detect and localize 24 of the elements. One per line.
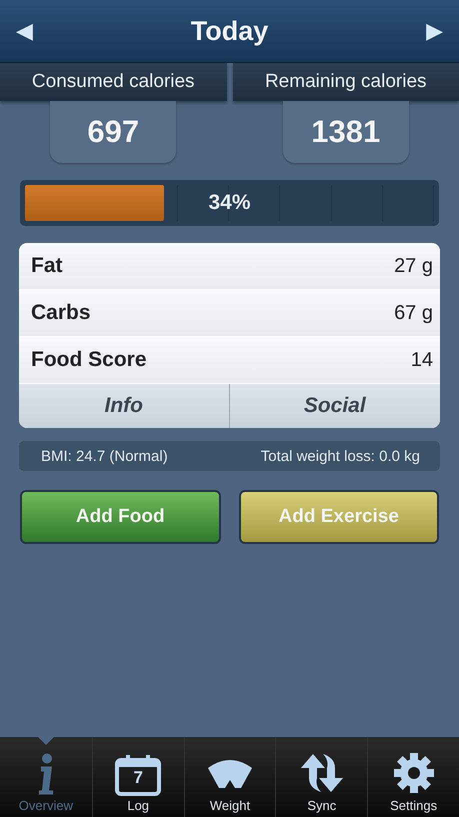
calorie-label: Consumed calories bbox=[0, 63, 226, 101]
progress-reading: 34% bbox=[208, 191, 251, 215]
info-icon bbox=[38, 752, 54, 796]
nutrient-label: Carbs bbox=[31, 301, 91, 325]
tab-bar-item[interactable]: Weight bbox=[184, 737, 276, 817]
nutrient-value: 14 bbox=[410, 348, 433, 372]
selection-pointer bbox=[36, 736, 55, 745]
tab-bar-item[interactable]: 7 Log bbox=[92, 737, 184, 817]
tab-bar-item[interactable]: Settings bbox=[367, 737, 459, 817]
card-button[interactable]: Info bbox=[19, 384, 230, 428]
bmi-text: BMI: 24.7 (Normal) bbox=[41, 448, 168, 464]
previous-day-button[interactable]: ◀ bbox=[16, 18, 33, 44]
nutrient-value: 67 g bbox=[394, 302, 433, 324]
nutrient-label: Food Score bbox=[31, 348, 147, 372]
card-button[interactable]: Social bbox=[230, 384, 440, 428]
tab-bar-item[interactable]: Sync bbox=[275, 737, 368, 817]
calorie-value: 697 bbox=[50, 101, 176, 163]
nutrient-label: Fat bbox=[31, 254, 62, 278]
calorie-value: 1381 bbox=[282, 101, 409, 163]
weight-loss-text: Total weight loss: 0.0 kg bbox=[260, 448, 420, 464]
next-day-button[interactable]: ▶ bbox=[426, 18, 443, 44]
date-title: Today bbox=[190, 16, 268, 46]
nutrient-value: 27 g bbox=[394, 254, 433, 278]
calorie-label: Remaining calories bbox=[232, 63, 459, 101]
